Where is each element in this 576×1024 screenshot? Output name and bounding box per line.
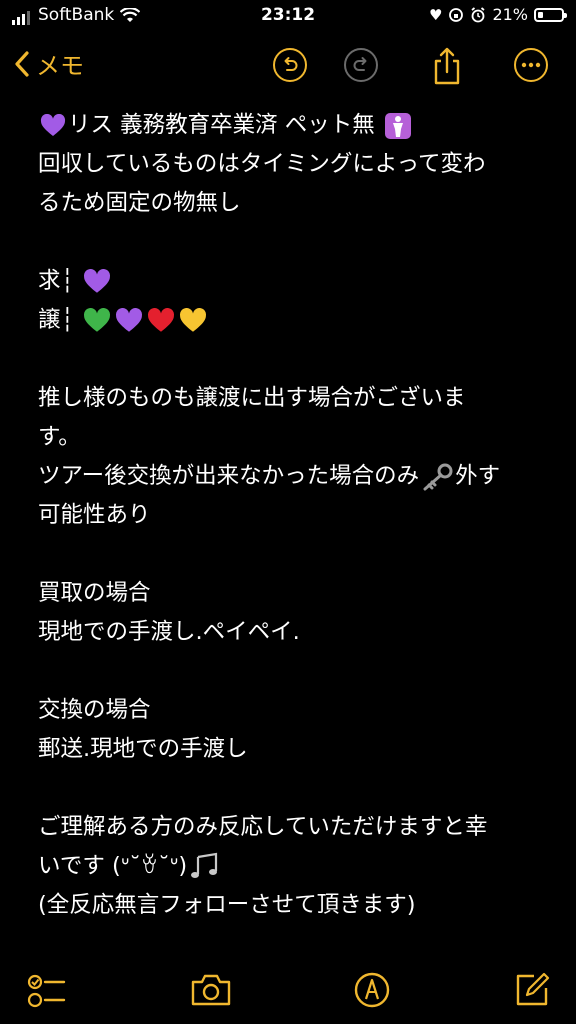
camera-button[interactable] [189,970,233,1014]
note-line-9: す。 [38,424,81,450]
undo-button[interactable] [273,48,307,82]
markup-button[interactable] [352,970,392,1014]
note-line-16: 交換の場合 [38,697,151,723]
purple-heart-icon [40,113,66,136]
share-button[interactable] [430,46,464,86]
back-label: メモ [36,52,84,80]
compose-button[interactable] [512,970,552,1014]
note-line-17: 郵送.現地での手渡し [38,736,248,762]
bottom-toolbar [0,960,576,1024]
status-bar: SoftBank 23:12 ♥ 21% [0,0,576,34]
note-blank [38,769,558,808]
back-button[interactable]: メモ [14,46,84,81]
note-line-1: リス 義務教育卒業済 ペット無 [38,106,558,145]
nav-bar: メモ [0,40,576,92]
note-line-2: 回収しているものはタイミングによって変わ [38,151,486,177]
musical-notes-icon [191,852,218,878]
note-line-10: ツアー後交換が出来なかった場合のみ 外す [38,463,501,490]
note-blank [38,652,558,691]
key-icon [423,463,453,490]
compose-icon [516,972,550,1006]
note-blank [38,535,558,574]
note-line-11: 可能性あり [38,502,151,528]
purple-heart-icon [116,307,143,332]
note-blank [38,223,558,262]
more-button[interactable] [514,48,548,82]
note-line-20: いです (ᐡ˘ꈊ˘ᐡ) [38,847,558,886]
chevron-left-icon [15,50,29,77]
status-right: ♥ 21% [428,5,567,24]
note-line-13: 買取の場合 [38,580,151,606]
note-line-3: るため固定の物無し [38,190,241,216]
note-blank [38,340,558,379]
note-body[interactable]: リス 義務教育卒業済 ペット無 回収しているものはタイミングによって変わ るため… [38,106,558,925]
checklist-button[interactable] [26,970,68,1014]
alarm-icon [471,6,485,22]
checklist-icon [27,974,66,1008]
green-heart-icon [84,307,111,332]
more-icon [521,62,541,68]
red-heart-icon [148,307,175,332]
person-icon [384,112,411,139]
orientation-lock-icon [449,7,464,22]
undo-icon [284,57,298,71]
battery-percent: 21% [492,5,528,24]
note-line-19: ご理解ある方のみ反応していただけますと幸 [38,814,488,840]
yellow-heart-icon [180,307,207,332]
markup-icon [354,972,390,1008]
note-line-offer: 譲┆ [38,301,558,340]
purple-heart-icon [84,268,111,293]
share-icon [434,47,460,85]
battery-icon [534,7,567,22]
heart-icon: ♥ [428,5,443,24]
note-line-wanted: 求┆ [38,262,558,301]
note-line-8: 推し様のものも譲渡に出す場合がございま [38,385,466,411]
camera-icon [191,974,231,1006]
redo-icon [353,57,367,71]
note-line-21: (全反応無言フォローさせて頂きます) [38,892,416,918]
note-line-14: 現地での手渡し.ペイペイ. [38,619,300,645]
redo-button[interactable] [344,48,378,82]
